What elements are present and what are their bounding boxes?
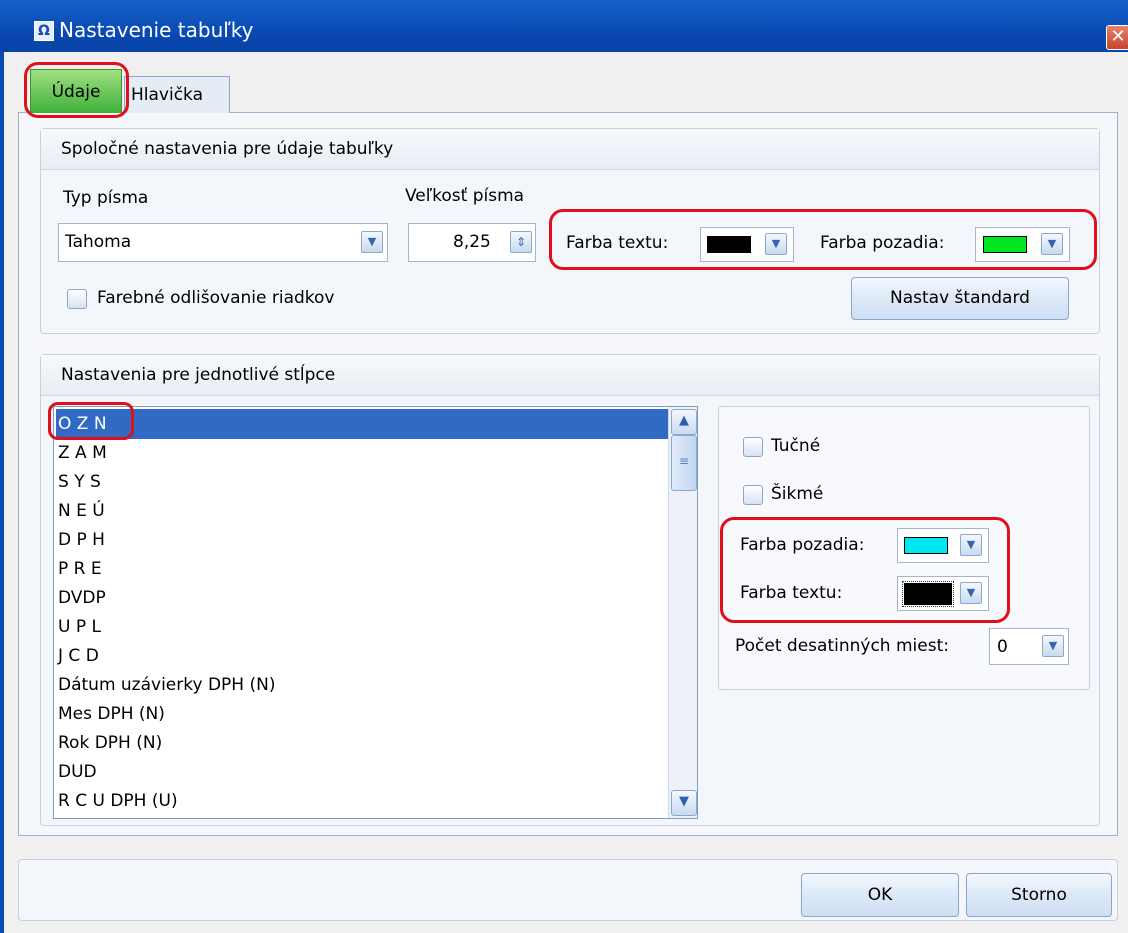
font-type-label: Typ písma <box>63 188 149 208</box>
list-item[interactable]: Rok DPH (N) <box>56 728 162 758</box>
arrow-up-icon[interactable]: ▲ <box>671 409 697 435</box>
window-title: Nastavenie tabuľky <box>59 18 254 42</box>
chevron-down-icon: ▼ <box>361 231 383 253</box>
decimals-select[interactable]: 0 ▼ <box>989 628 1069 665</box>
list-item[interactable]: Mes DPH (N) <box>56 699 165 729</box>
italic-label: Šikmé <box>771 484 824 504</box>
ok-button[interactable]: OK <box>801 873 959 917</box>
font-size-label: Veľkosť písma <box>405 186 525 206</box>
common-settings-header: Spoločné nastavenia pre údaje tabuľky <box>41 129 1099 170</box>
italic-checkbox[interactable] <box>743 485 763 505</box>
list-item[interactable]: Z A M <box>56 438 107 468</box>
tab-label: Hlavička <box>131 85 204 105</box>
list-item[interactable]: N E Ú <box>56 496 105 526</box>
list-item[interactable]: J C D <box>56 641 99 671</box>
font-type-value: Tahoma <box>65 232 132 252</box>
columns-header: Nastavenia pre jednotlivé stĺpce <box>41 355 1099 396</box>
spinner-icon[interactable]: ⇕ <box>510 231 532 253</box>
list-item[interactable]: O Z N <box>56 409 672 439</box>
list-item[interactable]: Dátum uzávierky DPH (N) <box>56 670 275 700</box>
font-type-select[interactable]: Tahoma ▼ <box>58 223 388 262</box>
bold-checkbox[interactable] <box>743 437 763 457</box>
highlight-colors <box>549 209 1097 270</box>
list-item[interactable]: DUD <box>56 757 97 787</box>
list-item[interactable]: S Y S <box>56 467 101 497</box>
tab-hlavicka[interactable]: Hlavička <box>124 76 230 113</box>
reset-defaults-button[interactable]: Nastav štandard <box>851 277 1069 320</box>
alt-rows-checkbox[interactable] <box>67 289 87 309</box>
decimals-label: Počet desatinných miest: <box>735 636 949 656</box>
list-item[interactable]: U P L <box>56 612 101 642</box>
app-icon: Ω <box>34 21 54 41</box>
decimals-value: 0 <box>997 637 1008 657</box>
highlight-tab <box>24 62 129 118</box>
list-scrollbar[interactable]: ▲ ≡ ▼ <box>668 407 697 818</box>
alt-rows-label: Farebné odlišovanie riadkov <box>97 288 335 308</box>
bold-label: Tučné <box>771 436 821 456</box>
list-item[interactable]: D P H <box>56 525 105 555</box>
columns-list[interactable]: O Z N Z A M S Y S N E Ú D P H P R E DVDP… <box>53 406 698 819</box>
arrow-down-icon[interactable]: ▼ <box>671 790 697 816</box>
chevron-down-icon: ▼ <box>1042 635 1064 657</box>
highlight-selected-column <box>48 402 134 440</box>
list-item[interactable]: P R E <box>56 554 102 584</box>
scrollbar-thumb[interactable]: ≡ <box>671 435 697 491</box>
cancel-button[interactable]: Storno <box>966 873 1112 917</box>
font-size-stepper[interactable]: 8,25 ⇕ <box>408 223 536 262</box>
close-button[interactable]: ✕ <box>1106 25 1128 50</box>
font-size-value: 8,25 <box>453 232 491 252</box>
highlight-column-colors <box>720 517 1010 623</box>
list-item[interactable]: DVDP <box>56 583 106 613</box>
list-item[interactable]: R C U DPH (U) <box>56 786 178 816</box>
